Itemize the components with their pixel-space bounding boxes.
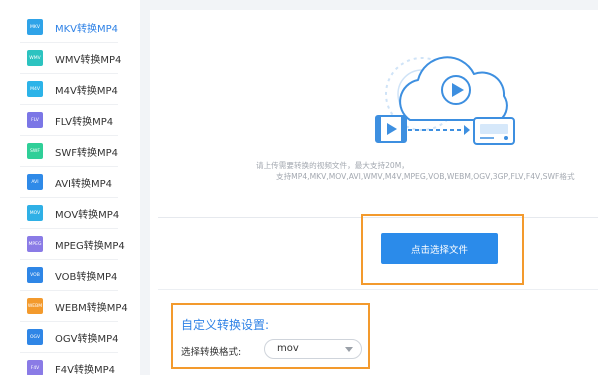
sidebar-item-flv[interactable]: FLV FLV转换MP4 (20, 105, 118, 136)
sidebar-item-mov[interactable]: MOV MOV转换MP4 (20, 198, 120, 229)
sidebar-item-mpeg[interactable]: MPEG MPEG转换MP4 (20, 229, 125, 260)
format-sidebar: MKV MKV转换MP4 WMV WMV转换MP4 M4V M4V转换MP4 FLV FLV转… (0, 0, 140, 375)
sidebar-item-label: MOV转换MP4 (55, 209, 120, 221)
mkv-format-icon: MKV (27, 19, 43, 35)
ogv-format-icon: OGV (27, 329, 43, 345)
m4v-format-icon: M4V (27, 81, 43, 97)
sidebar-item-m4v[interactable]: M4V M4V转换MP4 (20, 74, 118, 105)
chevron-down-icon (345, 347, 353, 352)
sidebar-item-wmv[interactable]: WMV WMV转换MP4 (20, 43, 122, 74)
vob-format-icon: VOB (27, 267, 43, 283)
sidebar-item-label: AVI转换MP4 (55, 178, 113, 190)
sidebar-item-ogv[interactable]: OGV OGV转换MP4 (20, 322, 118, 353)
f4v-format-icon: F4V (27, 360, 43, 375)
flv-format-icon: FLV (27, 112, 43, 128)
mpeg-format-icon: MPEG (27, 236, 43, 252)
sidebar-item-label: WMV转换MP4 (55, 54, 122, 66)
sidebar-item-avi[interactable]: AVI AVI转换MP4 (20, 167, 118, 198)
sidebar-item-label: SWF转换MP4 (55, 147, 119, 159)
divider (158, 289, 598, 290)
upload-dropzone[interactable] (158, 16, 598, 218)
sidebar-item-mkv[interactable]: MKV MKV转换MP4 (20, 12, 118, 43)
swf-format-icon: SWF (27, 143, 43, 159)
format-select-value: mov (277, 343, 299, 354)
settings-highlight (171, 303, 370, 369)
sidebar-item-webm[interactable]: WEBM WEBM转换MP4 (20, 291, 128, 322)
webm-format-icon: WEBM (27, 298, 43, 314)
settings-title: 自定义转换设置: (181, 318, 270, 332)
sidebar-item-vob[interactable]: VOB VOB转换MP4 (20, 260, 118, 291)
sidebar-item-label: WEBM转换MP4 (55, 302, 128, 314)
format-select[interactable]: mov (264, 339, 362, 359)
format-label: 选择转换格式: (181, 347, 242, 358)
upload-hint-line2: 支持MP4,MKV,MOV,AVI,WMV,M4V,MPEG,VOB,WEBM,… (276, 172, 575, 181)
cloud-video-illustration-icon (375, 56, 515, 145)
sidebar-item-label: MPEG转换MP4 (55, 240, 125, 252)
wmv-format-icon: WMV (27, 50, 43, 66)
sidebar-item-label: F4V转换MP4 (55, 364, 115, 375)
sidebar-item-label: MKV转换MP4 (55, 23, 119, 35)
upload-hint-line1: 请上传需要转换的视频文件，最大支持20M， (256, 161, 409, 170)
sidebar-item-label: FLV转换MP4 (55, 116, 114, 128)
sidebar-item-label: OGV转换MP4 (55, 333, 119, 345)
sidebar-item-label: VOB转换MP4 (55, 271, 118, 283)
sidebar-item-f4v[interactable]: F4V F4V转换MP4 (20, 353, 118, 375)
avi-format-icon: AVI (27, 174, 43, 190)
mov-format-icon: MOV (27, 205, 43, 221)
choose-file-button[interactable]: 点击选择文件 (381, 233, 498, 264)
sidebar-item-swf[interactable]: SWF SWF转换MP4 (20, 136, 118, 167)
upload-hint: 请上传需要转换的视频文件，最大支持20M， 支持MP4,MKV,MOV,AVI,… (158, 160, 598, 182)
sidebar-item-label: M4V转换MP4 (55, 85, 118, 97)
